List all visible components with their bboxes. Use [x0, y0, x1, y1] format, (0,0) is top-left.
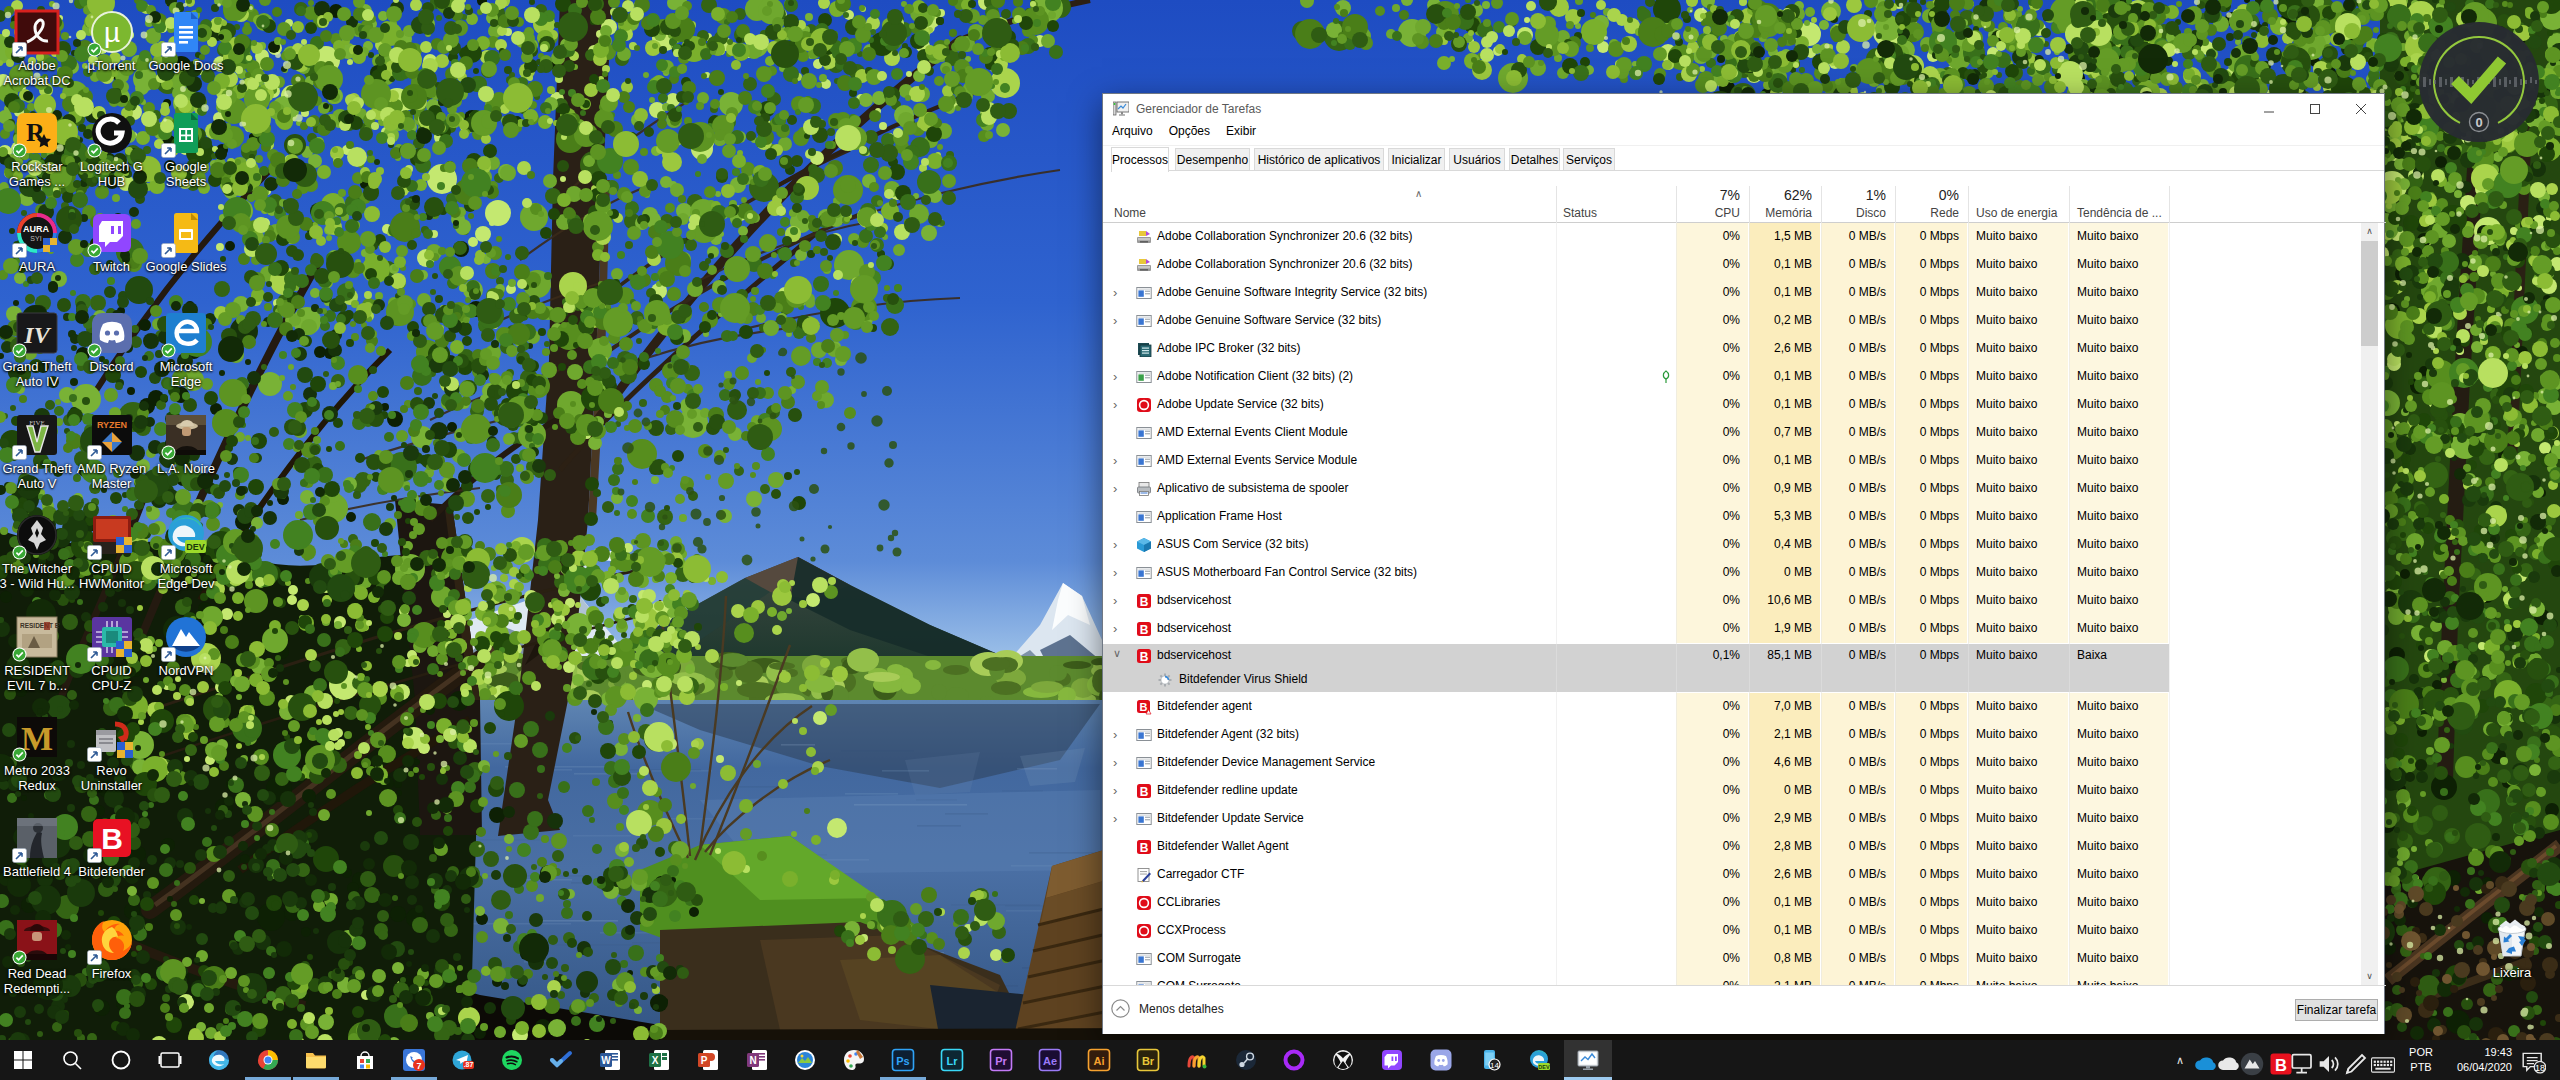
svg-text:7: 7	[417, 1061, 422, 1071]
svg-text:P: P	[700, 1055, 707, 1066]
svg-text:IV: IV	[23, 322, 51, 348]
svg-text:.87: .87	[464, 1061, 474, 1068]
svg-text:AURA: AURA	[23, 224, 49, 234]
svg-text:Lr: Lr	[947, 1055, 959, 1067]
svg-text:B: B	[1140, 650, 1149, 664]
svg-text:B: B	[101, 822, 123, 855]
svg-text:SYI: SYI	[30, 235, 41, 242]
svg-text:DEV: DEV	[186, 542, 205, 552]
svg-text:Ai: Ai	[1093, 1055, 1104, 1067]
svg-text:B: B	[1140, 841, 1149, 855]
svg-text:Pr: Pr	[995, 1055, 1007, 1067]
svg-text:RYZEN: RYZEN	[96, 420, 126, 430]
svg-text:X: X	[651, 1055, 658, 1066]
svg-text:B: B	[1140, 701, 1148, 713]
svg-text:B: B	[1140, 623, 1149, 637]
svg-text:DEV: DEV	[1538, 1064, 1550, 1070]
svg-text:B: B	[1140, 785, 1149, 799]
svg-text:RESIDENT EV: RESIDENT EV	[20, 622, 60, 629]
svg-text:Ps: Ps	[896, 1055, 909, 1067]
svg-text:B: B	[2275, 1056, 2287, 1074]
svg-text:W: W	[601, 1055, 611, 1066]
svg-text:B: B	[1140, 595, 1149, 609]
svg-text:18: 18	[2535, 1063, 2545, 1073]
svg-text:N: N	[749, 1055, 756, 1066]
svg-text:Br: Br	[1142, 1055, 1155, 1067]
svg-text:µ: µ	[103, 17, 119, 48]
svg-text:0: 0	[2475, 115, 2482, 130]
svg-text:Ae: Ae	[1043, 1055, 1057, 1067]
svg-text:14: 14	[1490, 1061, 1499, 1070]
